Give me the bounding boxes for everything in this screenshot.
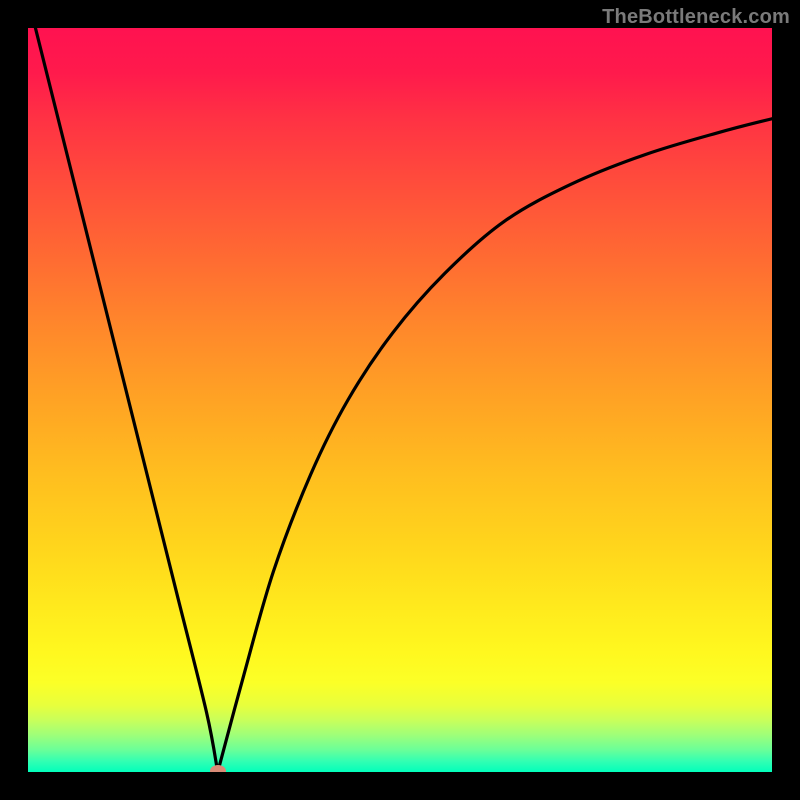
- curve-right-branch: [218, 119, 772, 772]
- chart-frame: TheBottleneck.com: [0, 0, 800, 800]
- minimum-marker-dot: [210, 765, 226, 772]
- bottleneck-curve: [28, 28, 772, 772]
- plot-area: [28, 28, 772, 772]
- curve-left-branch: [35, 28, 217, 772]
- watermark-text: TheBottleneck.com: [602, 6, 790, 29]
